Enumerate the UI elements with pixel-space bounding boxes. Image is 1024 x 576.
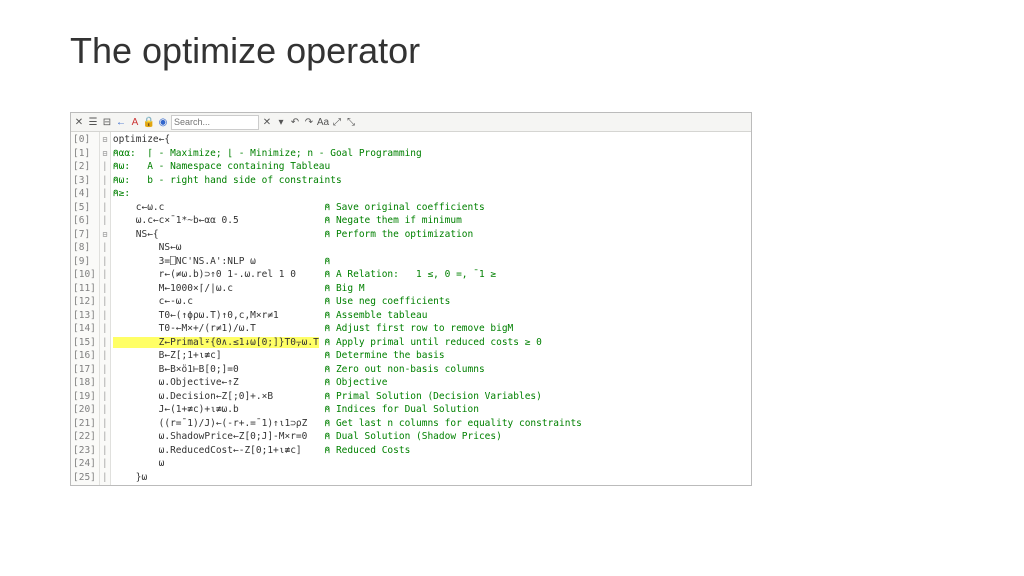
code-editor: ✕ ☰ ⊟ ← A 🔒 ◉ ✕ ▾ ↶ ↷ Aa ⤢ ⤡ [0] [1] [2]… [70, 112, 752, 486]
code-content[interactable]: optimize←{ ⍝αα: ⌈ - Maximize; ⌊ - Minimi… [111, 132, 751, 485]
redo-icon[interactable]: ↷ [303, 116, 315, 128]
undo-icon[interactable]: ↶ [289, 116, 301, 128]
list-icon[interactable]: ☰ [87, 116, 99, 128]
case-icon[interactable]: Aa [317, 116, 329, 128]
editor-toolbar: ✕ ☰ ⊟ ← A 🔒 ◉ ✕ ▾ ↶ ↷ Aa ⤢ ⤡ [71, 113, 751, 132]
close-icon[interactable]: ✕ [73, 116, 85, 128]
fold-column[interactable]: ⊟⊟│││││⊟││││││││││││││││││ [100, 132, 111, 485]
expand-icon[interactable]: ⤢ [331, 116, 343, 128]
page-title: The optimize operator [70, 30, 954, 72]
clear-icon[interactable]: ✕ [261, 116, 273, 128]
zoom-icon[interactable]: ⤡ [345, 116, 357, 128]
search-input[interactable] [171, 115, 259, 130]
stop-icon[interactable]: A [129, 116, 141, 128]
back-icon[interactable]: ← [115, 116, 127, 128]
dropdown-icon[interactable]: ▾ [275, 116, 287, 128]
refresh-icon[interactable]: ◉ [157, 116, 169, 128]
lock-icon[interactable]: 🔒 [143, 116, 155, 128]
line-gutter: [0] [1] [2] [3] [4] [5] [6] [7] [8] [9] … [71, 132, 100, 485]
tree-icon[interactable]: ⊟ [101, 116, 113, 128]
